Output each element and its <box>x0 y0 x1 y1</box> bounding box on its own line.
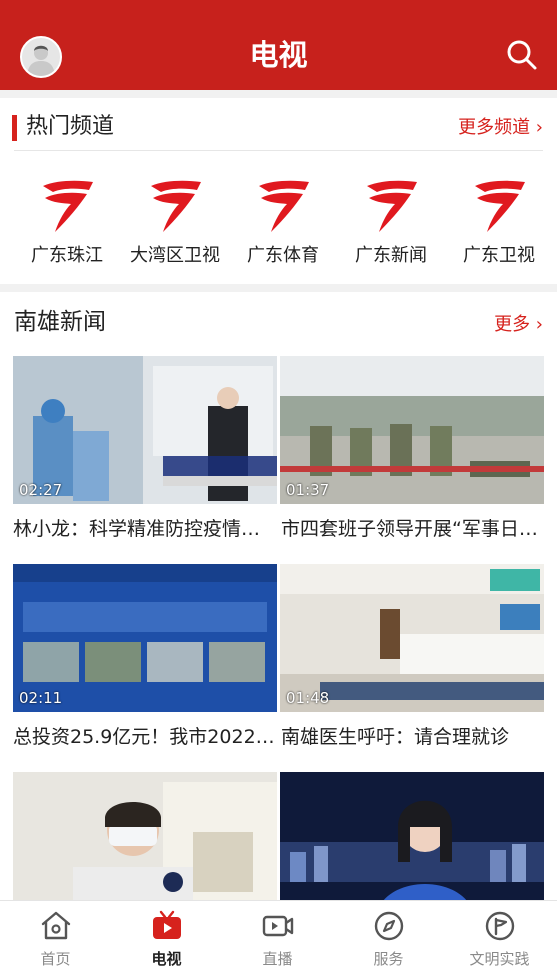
video-duration: 02:27 <box>19 481 63 499</box>
live-video-icon <box>262 915 293 937</box>
channel-label: 广东体育 <box>247 245 319 266</box>
video-thumbnail[interactable] <box>13 772 277 900</box>
more-news-link[interactable]: 更多 › <box>494 312 543 338</box>
more-channels-link[interactable]: 更多频道 › <box>458 115 543 141</box>
gdtv-logo-icon <box>475 180 525 232</box>
channel-label: 广东珠江 <box>31 245 103 266</box>
tab-label: 直播 <box>262 950 293 968</box>
channel-item[interactable]: 广东体育 <box>229 176 337 268</box>
channel-item[interactable]: 广东新闻 <box>337 176 445 268</box>
channel-label: 广东新闻 <box>355 245 427 266</box>
gdtv-logo-icon <box>259 180 309 232</box>
video-thumbnail[interactable]: 01:48 <box>280 564 544 712</box>
channel-item[interactable]: 广东卫视 <box>445 176 553 268</box>
gdtv-logo-icon <box>151 180 201 232</box>
hot-channels-title: 热门频道 <box>26 114 115 139</box>
compass-icon <box>374 911 403 941</box>
news-section-title: 南雄新闻 <box>14 309 106 335</box>
channel-list: 广东珠江 大湾区卫视 广东体育 广东新闻 广东卫视 <box>0 176 557 276</box>
channel-label: 广东卫视 <box>463 245 535 266</box>
tv-icon <box>152 910 181 939</box>
home-icon <box>41 911 70 940</box>
video-title[interactable]: 南雄医生呼吁：请合理就诊 <box>281 724 545 750</box>
channel-label: 大湾区卫视 <box>130 245 220 266</box>
page-title: 电视 <box>249 38 308 72</box>
tab-live[interactable]: 直播 <box>222 909 333 969</box>
video-thumbnail[interactable]: 01:37 <box>280 356 544 504</box>
video-duration: 01:48 <box>286 689 330 707</box>
tab-label: 文明实践 <box>469 950 530 968</box>
tab-service[interactable]: 服务 <box>333 909 444 969</box>
video-duration: 01:37 <box>286 481 330 499</box>
tab-label: 服务 <box>373 950 404 968</box>
divider <box>14 150 543 151</box>
gdtv-logo-icon <box>43 180 93 232</box>
video-duration: 02:11 <box>19 689 63 707</box>
video-thumbnail[interactable]: 02:11 <box>13 564 277 712</box>
tab-home[interactable]: 首页 <box>0 909 111 969</box>
flag-circle-icon <box>485 911 514 941</box>
video-thumbnail[interactable]: 02:27 <box>13 356 277 504</box>
tab-civilization-practice[interactable]: 文明实践 <box>444 909 555 969</box>
nanxiong-news-section: 南雄新闻 更多 › 02:27 林小龙：科学精准防控疫情，最大程度保障群众健康安… <box>0 292 557 900</box>
tab-label: 首页 <box>40 950 71 968</box>
news-header: 南雄新闻 更多 › <box>0 292 557 350</box>
tab-label: 电视 <box>151 950 182 968</box>
bottom-tab-bar: 首页 电视 直播 服务 文明实践 <box>0 900 557 977</box>
hot-channels-section: 热门频道 更多频道 › 广东珠江 大湾区卫视 广东体育 广东新闻 广东卫视 <box>0 98 557 284</box>
app-header: 电视 <box>0 0 557 90</box>
video-title[interactable]: 总投资25.9亿元！我市2022年电网建设项目 <box>13 724 277 750</box>
hot-channels-header: 热门频道 更多频道 › <box>0 98 557 156</box>
tab-tv[interactable]: 电视 <box>111 909 222 969</box>
gdtv-logo-icon <box>367 180 417 232</box>
search-icon[interactable] <box>505 38 539 72</box>
video-title[interactable]: 市四套班子领导开展“军事日”活动 <box>281 516 545 542</box>
channel-item[interactable]: 大湾区卫视 <box>121 176 229 268</box>
section-accent-bar <box>12 115 17 141</box>
channel-item[interactable]: 广东珠江 <box>13 176 121 268</box>
video-thumbnail[interactable] <box>280 772 544 900</box>
video-title[interactable]: 林小龙：科学精准防控疫情，最大程度保障群众健康安全 <box>13 516 277 542</box>
